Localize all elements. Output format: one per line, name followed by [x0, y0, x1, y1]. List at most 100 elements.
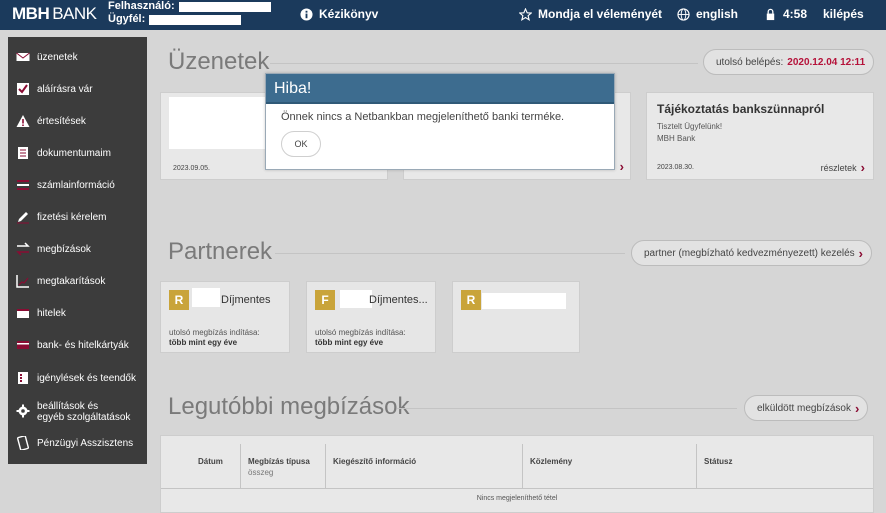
settings-line2: egyéb szolgáltatások	[37, 412, 131, 423]
sidebar-item-financial-assistant[interactable]: Pénzügyi Asszisztens	[8, 427, 147, 459]
sidebar-item-notifications[interactable]: értesítések	[8, 105, 147, 137]
message-line1: Tisztelt Ügyfelünk!	[657, 122, 723, 131]
message-date: 2023.08.30.	[657, 164, 694, 171]
last-login-value: 2020.12.04 12:11	[787, 56, 866, 68]
partners-divider	[275, 253, 625, 254]
partner-card[interactable]: F Díjmentes... utolsó megbízás indítása:…	[306, 281, 436, 353]
sidebar-item-label: aláírásra vár	[37, 83, 93, 95]
sidebar-item-cards[interactable]: bank- és hitelkártyák	[8, 329, 147, 361]
message-date: 2023.09.05.	[173, 165, 210, 172]
partner-name-redacted	[192, 288, 220, 307]
column-divider	[522, 444, 523, 488]
mbh-logo[interactable]: MBH BANK	[12, 4, 97, 24]
partner-meta-value: több mint egy éve	[315, 338, 384, 347]
last-login-pill: utolsó belépés: 2020.12.04 12:11	[703, 49, 875, 75]
partner-badge: F	[315, 290, 335, 310]
partners-title: Partnerek	[168, 238, 273, 265]
language-switch[interactable]: english	[677, 7, 738, 21]
sidebar-item-label: bank- és hitelkártyák	[37, 339, 129, 351]
sidebar-item-label: beállítások és egyéb szolgáltatások	[37, 401, 130, 423]
sidebar-item-label: megtakarítások	[37, 275, 106, 287]
sidebar-item-label: értesítések	[37, 115, 86, 127]
language-label: english	[696, 7, 739, 21]
sidebar-item-messages[interactable]: üzenetek	[8, 41, 147, 73]
partner-name: Díjmentes	[221, 294, 271, 306]
feedback-link[interactable]: Mondja el véleményét	[519, 7, 662, 21]
gear-icon	[16, 404, 30, 418]
help-link[interactable]: Kézikönyv	[300, 7, 378, 21]
orders-title: Legutóbbi megbízások	[168, 393, 410, 420]
partner-badge: R	[169, 290, 189, 310]
sidebar: üzenetek aláírásra vár értesítések dokum…	[8, 37, 147, 464]
list-icon	[18, 372, 28, 384]
partner-meta: utolsó megbízás indítása: több mint egy …	[169, 328, 260, 348]
chevron-right-icon: ›	[858, 245, 864, 261]
card-icon	[17, 341, 29, 349]
column-header-type: Megbízás típusa összeg	[248, 456, 310, 478]
message-card[interactable]: Tájékoztatás bankszünnapról Tisztelt Ügy…	[646, 92, 874, 180]
chart-icon	[16, 275, 29, 288]
error-dialog-title: Hiba!	[266, 74, 614, 104]
column-header-type-label: Megbízás típusa	[248, 457, 310, 466]
partner-name: Díjmentes...	[369, 294, 428, 306]
partner-manage-label: partner (megbízható kedvezményezett) kez…	[644, 247, 855, 259]
ok-button[interactable]: OK	[281, 131, 321, 157]
sidebar-item-label: dokumentumaim	[37, 147, 111, 159]
sidebar-item-documents[interactable]: dokumentumaim	[8, 137, 147, 169]
sidebar-item-account-info[interactable]: számlainformáció	[8, 169, 147, 201]
sent-orders-label: elküldött megbízások	[757, 402, 851, 414]
sidebar-item-settings[interactable]: beállítások és egyéb szolgáltatások	[8, 395, 147, 427]
chevron-right-icon: ›	[619, 159, 624, 174]
sidebar-item-loans[interactable]: hitelek	[8, 297, 147, 329]
partner-meta: utolsó megbízás indítása: több mint egy …	[315, 328, 406, 348]
column-header-comment: Közlemény	[530, 457, 573, 466]
sidebar-item-savings[interactable]: megtakarítások	[8, 265, 147, 297]
table-header-divider	[161, 488, 873, 489]
partner-card[interactable]: R	[452, 281, 580, 353]
top-bar: MBH BANK Felhasználó: Ügyfél: Kézikönyv M…	[0, 0, 886, 30]
sidebar-item-label: fizetési kérelem	[37, 211, 107, 223]
details-link[interactable]: részletek ›	[821, 160, 865, 175]
sidebar-item-orders[interactable]: megbízások	[8, 233, 147, 265]
details-label: részletek	[820, 162, 857, 173]
logout-link[interactable]: kilépés	[823, 7, 864, 21]
partner-badge: R	[461, 290, 481, 310]
partner-manage-button[interactable]: partner (megbízható kedvezményezett) kez…	[631, 240, 873, 266]
partner-card[interactable]: R Díjmentes utolsó megbízás indítása: tö…	[160, 281, 290, 353]
error-dialog: Hiba! Önnek nincs a Netbankban megjelení…	[265, 73, 615, 170]
help-label: Kézikönyv	[319, 7, 379, 21]
column-divider	[240, 444, 241, 488]
phone-icon	[16, 436, 30, 450]
message-line2: MBH Bank	[657, 134, 696, 143]
feedback-label: Mondja el véleményét	[538, 7, 663, 21]
sidebar-item-label: hitelek	[37, 307, 66, 319]
sidebar-item-awaiting-signature[interactable]: aláírásra vár	[8, 73, 147, 105]
column-header-extra-info: Kiegészítő információ	[333, 457, 417, 466]
column-divider	[325, 444, 326, 488]
user-redacted	[178, 1, 271, 12]
warning-icon	[16, 115, 30, 127]
document-icon	[18, 147, 28, 159]
sent-orders-button[interactable]: elküldött megbízások ›	[744, 395, 869, 421]
globe-icon	[677, 7, 690, 21]
timer-value: 4:58	[783, 7, 808, 21]
account-icon	[17, 180, 29, 190]
session-timer: 4:58	[764, 7, 807, 21]
partner-name-redacted	[340, 290, 372, 308]
sidebar-item-requests[interactable]: igénylések és teendők	[8, 362, 147, 394]
settings-line1: beállítások és	[37, 401, 99, 412]
orders-divider	[397, 408, 737, 409]
sidebar-item-label: számlainformáció	[37, 179, 115, 191]
chevron-right-icon: ›	[860, 160, 865, 175]
user-info: Felhasználó: Ügyfél:	[108, 0, 271, 26]
checkbox-icon	[17, 83, 29, 95]
logo-sub: BANK	[52, 4, 97, 23]
partner-meta-value: több mint egy éve	[169, 338, 238, 347]
column-header-status: Státusz	[704, 457, 733, 466]
partner-meta-label: utolsó megbízás indítása:	[169, 328, 260, 337]
mail-icon	[16, 52, 30, 61]
logo-main: MBH	[12, 4, 50, 23]
partner-name-redacted	[482, 293, 566, 309]
sidebar-item-payment-request[interactable]: fizetési kérelem	[8, 201, 147, 233]
star-icon	[519, 7, 532, 21]
